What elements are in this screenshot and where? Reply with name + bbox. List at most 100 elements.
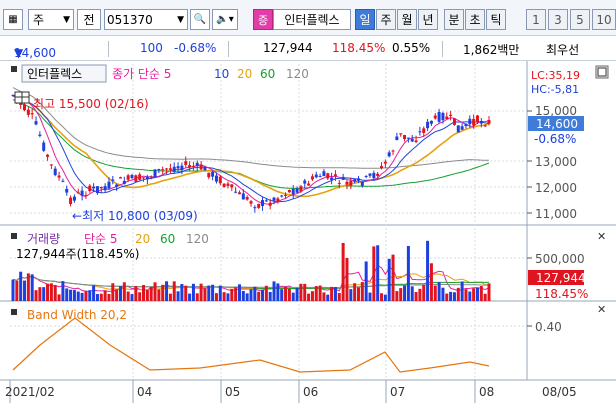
minute-10-button[interactable]: 10 <box>592 9 616 30</box>
candle-body <box>241 193 245 200</box>
volume-bar <box>30 274 34 301</box>
change-value: 100 <box>140 41 163 55</box>
panel-handle-icon[interactable] <box>11 233 17 239</box>
period-label: 일 <box>359 13 371 27</box>
volume-value: 127,944 <box>263 41 313 55</box>
volume-bar <box>429 263 433 301</box>
volume-bar <box>307 293 311 301</box>
candle-body <box>207 172 211 178</box>
candle-body <box>314 174 318 178</box>
volume-bar <box>11 279 15 301</box>
ma-60-legend[interactable]: 60 <box>260 67 275 81</box>
volume-bar <box>249 289 253 301</box>
candle-body <box>107 181 111 189</box>
candle-body <box>111 179 115 181</box>
type-select[interactable]: 전 <box>77 9 101 30</box>
market-select[interactable]: 주 ▼ <box>28 9 74 30</box>
period-day-button[interactable]: 일 <box>355 9 375 30</box>
candle-body <box>80 190 84 196</box>
volume-bar <box>138 292 142 301</box>
volume-ma-5-legend[interactable]: 단순 5 <box>84 232 118 246</box>
volume-bar <box>299 283 303 301</box>
candle-body <box>345 181 349 185</box>
panel-handle-icon[interactable] <box>11 66 17 72</box>
volume-ma-20-legend[interactable]: 20 <box>135 232 150 246</box>
volume-bar <box>310 291 314 301</box>
period-month-button[interactable]: 월 <box>397 9 417 30</box>
period-year-button[interactable]: 년 <box>418 9 438 30</box>
minute-3-button[interactable]: 3 <box>548 9 568 30</box>
volume-bar <box>153 282 157 301</box>
chevron-down-icon: ▼ <box>177 14 184 25</box>
volume-bar <box>468 291 472 301</box>
hc-value: HC:-5,81 <box>531 83 579 96</box>
volume-bar <box>414 292 418 301</box>
volume-ma-60-legend[interactable]: 60 <box>160 232 175 246</box>
search-icon[interactable]: 🔍 <box>190 9 210 30</box>
period-minute-button[interactable]: 분 <box>444 9 464 30</box>
candle-body <box>418 131 422 133</box>
volume-bar <box>291 292 295 301</box>
close-panel-icon[interactable]: ✕ <box>597 303 606 316</box>
minute-label: 5 <box>576 12 584 27</box>
candle-body <box>161 169 165 171</box>
volume-bar <box>449 291 453 301</box>
candle-body <box>441 112 445 121</box>
candle-body <box>69 197 73 204</box>
candle-body <box>426 121 430 129</box>
volume-bar <box>26 273 30 301</box>
stock-code-input[interactable]: 051370 ▼ <box>104 9 188 30</box>
candle-body <box>272 197 276 201</box>
x-tick-label: 05 <box>225 385 240 399</box>
volume-bar <box>222 292 226 301</box>
ma-20-legend[interactable]: 20 <box>237 67 252 81</box>
current-volume-tag-text: 127,944 <box>536 271 586 285</box>
candle-body <box>72 196 76 201</box>
grid-menu-icon[interactable]: ▦ <box>3 9 23 30</box>
volume-bar <box>53 285 57 301</box>
volume-legend-name[interactable]: 거래량 <box>27 232 60 246</box>
stock-chart[interactable]: 인터플렉스 종가 단순 5 10 20 60 120 최고 15,500 (02… <box>0 61 616 404</box>
minute-1-button[interactable]: 1 <box>526 9 546 30</box>
volume-bar <box>345 257 349 301</box>
period-label: 주 <box>380 13 392 27</box>
candle-body <box>53 168 57 176</box>
volume-bar <box>422 284 426 301</box>
volume-bar <box>72 289 76 301</box>
volume-bar <box>130 294 134 301</box>
candle-body <box>237 192 241 195</box>
period-tick-button[interactable]: 틱 <box>486 9 506 30</box>
quote-info-bar: 14,600 ▼ 100 -0.68% 127,944 118.45% 0.55… <box>0 36 616 61</box>
volume-bar <box>322 292 326 301</box>
candle-body <box>61 180 65 182</box>
x-tick-label: 08 <box>479 385 494 399</box>
candle-body <box>184 161 188 165</box>
minute-label: 3 <box>554 12 562 27</box>
period-second-button[interactable]: 초 <box>465 9 485 30</box>
candle-body <box>26 109 30 115</box>
ma-120-legend[interactable]: 120 <box>286 67 309 81</box>
candle-body <box>211 171 215 177</box>
candle-body <box>145 176 149 180</box>
period-label: 월 <box>401 13 413 27</box>
candle-body <box>368 173 372 176</box>
candle-body <box>168 168 172 170</box>
speaker-icon[interactable]: 🔈▾ <box>212 9 238 30</box>
ma-10-legend[interactable]: 10 <box>214 67 229 81</box>
ma-5-legend[interactable]: 종가 단순 5 <box>112 67 171 81</box>
volume-bar <box>191 283 195 301</box>
volume-bar <box>287 288 291 301</box>
period-label: 분 <box>448 13 460 27</box>
cursor-date-label: 08/05 <box>542 385 577 399</box>
volume-ma-120-legend[interactable]: 120 <box>186 232 209 246</box>
close-panel-icon[interactable]: ✕ <box>597 230 606 243</box>
divider <box>228 41 229 57</box>
candle-body <box>57 175 61 178</box>
period-week-button[interactable]: 주 <box>376 9 396 30</box>
type-select-value: 전 <box>83 13 95 27</box>
panel-handle-icon[interactable] <box>11 309 17 315</box>
stock-name-field: 인터플렉스 <box>273 9 351 30</box>
minute-5-button[interactable]: 5 <box>570 9 590 30</box>
volume-bar <box>115 289 119 301</box>
candle-body <box>214 175 218 182</box>
